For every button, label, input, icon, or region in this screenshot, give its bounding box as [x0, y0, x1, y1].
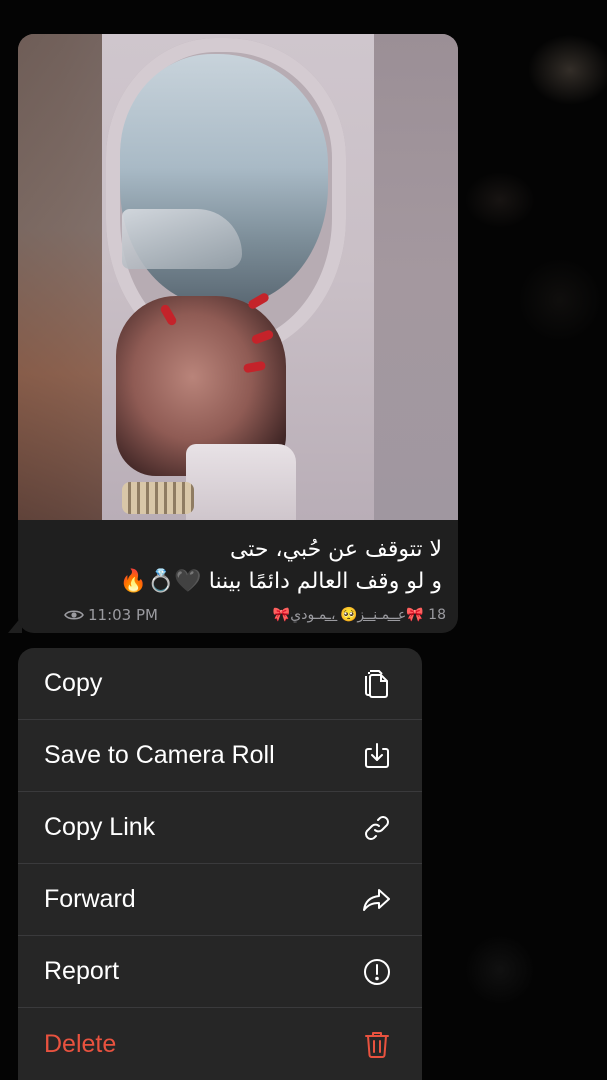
message-meta: 11:03 PM 18 🎀عـ͟͟ـمـنـ͟͟ـز🥺 ،͟͟ـمـودي🎀: [64, 603, 446, 627]
view-count: 18: [428, 607, 446, 623]
menu-item-label: Report: [44, 957, 120, 985]
menu-item-delete[interactable]: Delete: [18, 1008, 422, 1080]
menu-item-forward[interactable]: Forward: [18, 864, 422, 936]
caption-line-2: و لو وقف العالم دائمًا بيننا 🖤💍🔥: [119, 569, 442, 594]
message-time: 11:03 PM: [88, 606, 158, 624]
download-icon: [360, 739, 394, 773]
caption-line-1: لا تتوقف عن حُبي، حتى: [229, 537, 442, 562]
trash-icon: [360, 1027, 394, 1061]
copy-icon: [360, 667, 394, 701]
message-bubble[interactable]: لا تتوقف عن حُبي، حتى و لو وقف العالم دا…: [18, 34, 458, 633]
context-menu: Copy Save to Camera Roll Copy Link Forwa…: [18, 648, 422, 1080]
menu-item-report[interactable]: Report: [18, 936, 422, 1008]
eye-icon: [64, 610, 84, 620]
menu-item-save-to-camera-roll[interactable]: Save to Camera Roll: [18, 720, 422, 792]
menu-item-copy[interactable]: Copy: [18, 648, 422, 720]
menu-item-copy-link[interactable]: Copy Link: [18, 792, 422, 864]
menu-item-label: Delete: [44, 1029, 117, 1058]
wristwatch: [122, 482, 194, 514]
message-caption: لا تتوقف عن حُبي، حتى و لو وقف العالم دا…: [22, 534, 442, 598]
menu-item-label: Save to Camera Roll: [44, 741, 275, 769]
link-icon: [360, 811, 394, 845]
menu-item-label: Copy Link: [44, 813, 156, 841]
forward-arrow-icon: [360, 883, 394, 917]
exclamation-circle-icon: [360, 955, 394, 989]
message-photo[interactable]: [18, 34, 458, 520]
author-signature: 18 🎀عـ͟͟ـمـنـ͟͟ـز🥺 ،͟͟ـمـودي🎀: [272, 607, 446, 623]
menu-item-label: Copy: [44, 669, 103, 697]
menu-item-label: Forward: [44, 885, 136, 913]
